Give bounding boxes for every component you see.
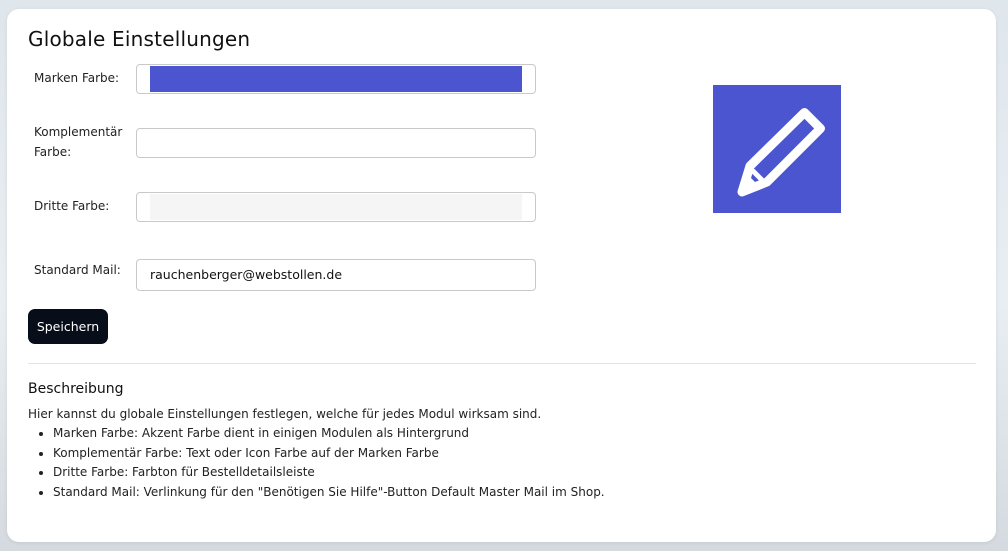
- page-title: Globale Einstellungen: [28, 27, 251, 51]
- pencil-icon: [713, 85, 841, 213]
- complementary-color-label: Komplementär Farbe:: [34, 125, 123, 159]
- description-intro: Hier kannst du globale Einstellungen fes…: [28, 407, 542, 421]
- third-color-swatch: [150, 194, 522, 220]
- settings-card: Globale Einstellungen Marken Farbe: Komp…: [7, 9, 996, 542]
- color-preview: [713, 85, 841, 213]
- brand-color-label: Marken Farbe:: [34, 71, 120, 85]
- section-divider: [28, 363, 976, 364]
- third-color-picker[interactable]: [136, 192, 536, 222]
- description-list: Marken Farbe: Akzent Farbe dient in eini…: [28, 424, 605, 502]
- complementary-color-picker[interactable]: [136, 128, 536, 158]
- list-item: Komplementär Farbe: Text oder Icon Farbe…: [53, 444, 605, 464]
- list-item: Standard Mail: Verlinkung für den "Benöt…: [53, 483, 605, 503]
- third-color-label: Dritte Farbe:: [34, 199, 110, 213]
- standard-mail-label: Standard Mail:: [34, 263, 121, 277]
- standard-mail-value: rauchenberger@webstollen.de: [150, 267, 343, 282]
- standard-mail-input[interactable]: rauchenberger@webstollen.de: [136, 259, 536, 291]
- list-item: Marken Farbe: Akzent Farbe dient in eini…: [53, 424, 605, 444]
- brand-color-picker[interactable]: [136, 64, 536, 94]
- save-button[interactable]: Speichern: [28, 309, 108, 344]
- complementary-color-swatch: [150, 130, 522, 156]
- list-item: Dritte Farbe: Farbton für Bestelldetails…: [53, 463, 605, 483]
- brand-color-swatch: [150, 66, 522, 92]
- description-title: Beschreibung: [28, 381, 124, 397]
